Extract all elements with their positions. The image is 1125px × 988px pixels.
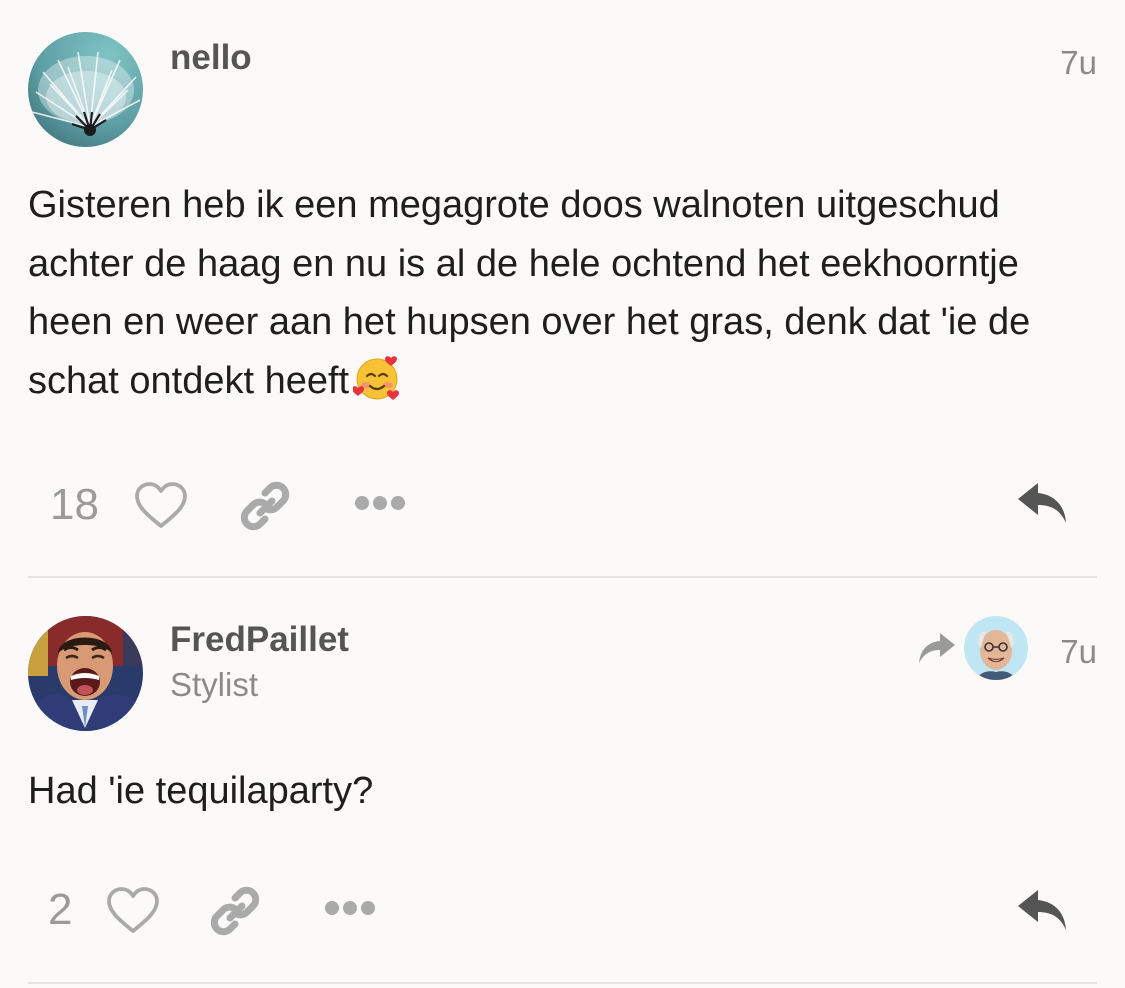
heart-icon[interactable] xyxy=(106,887,160,935)
reply-icon[interactable] xyxy=(1016,481,1070,527)
post-body: Had 'ie tequilaparty? xyxy=(28,762,1103,821)
reply-icon[interactable] xyxy=(1016,888,1070,934)
smiling-face-with-hearts-emoji xyxy=(352,354,401,420)
user-avatar[interactable] xyxy=(28,616,143,731)
smiling-man-avatar-icon xyxy=(964,616,1028,680)
post-text: Gisteren heb ik een megagrote doos walno… xyxy=(28,184,1031,402)
post-text: Had 'ie tequilaparty? xyxy=(28,770,374,812)
link-icon[interactable] xyxy=(208,884,262,938)
username[interactable]: nello xyxy=(170,38,252,78)
dandelion-avatar-icon xyxy=(28,32,143,147)
more-icon[interactable] xyxy=(324,900,376,916)
more-icon[interactable] xyxy=(354,495,406,511)
post-actions: 2 xyxy=(0,880,1125,940)
link-icon[interactable] xyxy=(238,479,292,533)
laughing-man-avatar-icon xyxy=(28,616,143,731)
like-count[interactable]: 2 xyxy=(48,884,72,936)
share-arrow-icon xyxy=(919,633,955,663)
user-title: Stylist xyxy=(170,666,259,703)
like-count[interactable]: 18 xyxy=(50,479,99,531)
post-timestamp[interactable]: 7u xyxy=(1060,44,1097,82)
post-timestamp[interactable]: 7u xyxy=(1060,633,1097,671)
reply-to-avatar[interactable] xyxy=(964,616,1028,680)
post: nello 7u Gisteren heb ik een megagrote d… xyxy=(0,0,1125,578)
post-divider xyxy=(28,982,1097,984)
reply-to-indicator[interactable] xyxy=(916,616,1036,686)
heart-icon[interactable] xyxy=(134,482,188,530)
post-actions: 18 xyxy=(0,475,1125,535)
post: FredPaillet Stylist 7u Had 'ie tequilapa… xyxy=(0,578,1125,988)
username[interactable]: FredPaillet xyxy=(170,620,349,660)
post-body: Gisteren heb ik een megagrote doos walno… xyxy=(28,176,1103,419)
user-avatar[interactable] xyxy=(28,32,143,147)
